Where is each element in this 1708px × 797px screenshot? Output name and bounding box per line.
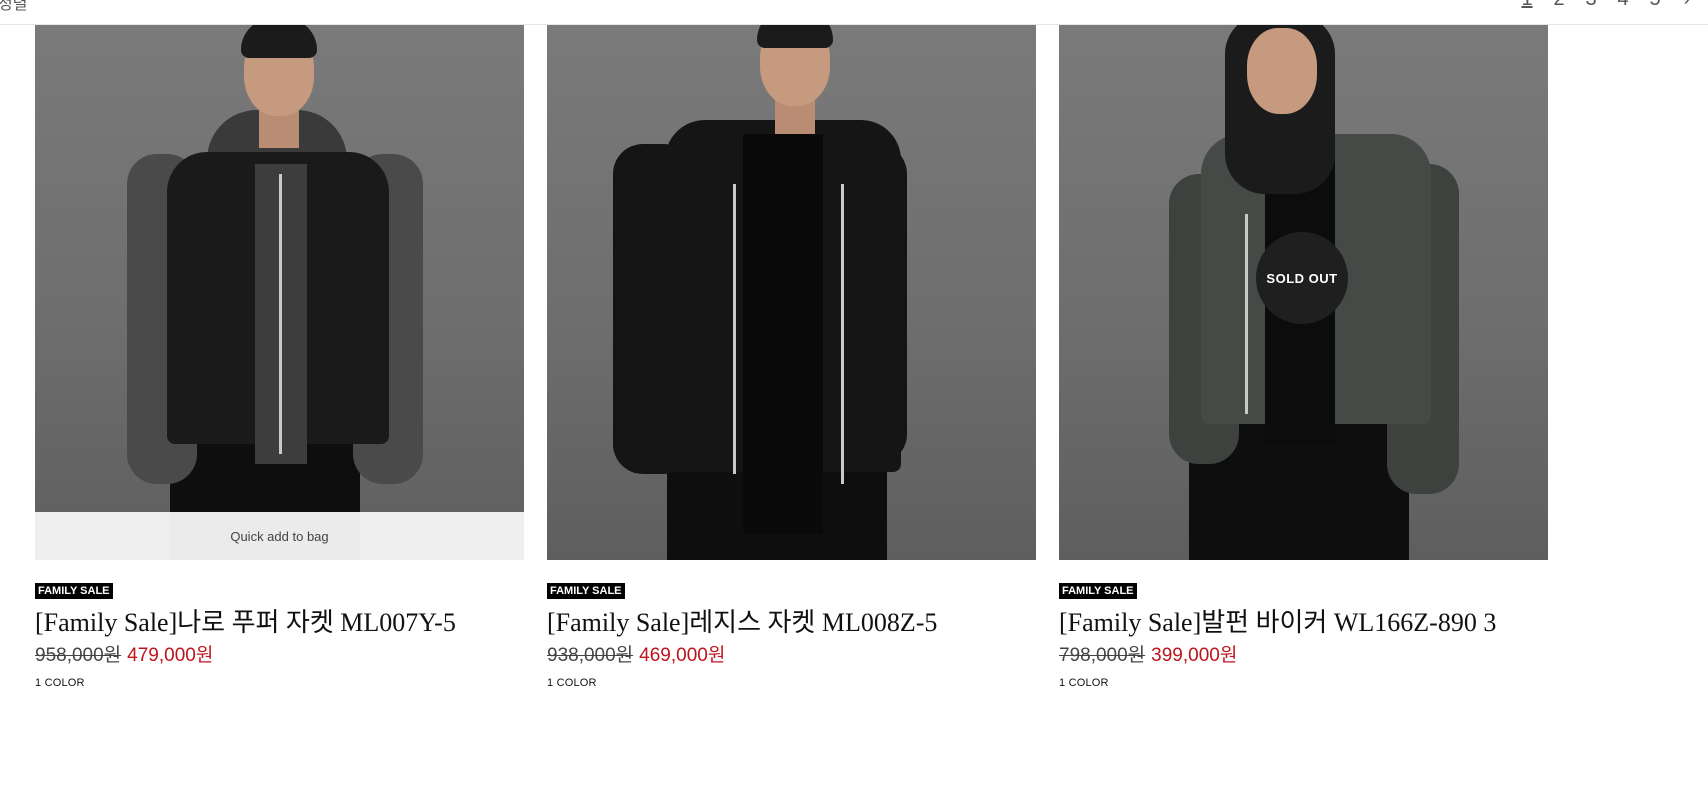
original-price: 958,000원: [35, 645, 122, 666]
product-title[interactable]: [Family Sale]레지스 자켓 ML008Z-5: [547, 605, 1036, 641]
model-hair: [757, 24, 833, 48]
sale-price: 479,000원: [127, 645, 214, 666]
pagination: 1 2 3 4 5 ›: [1520, 0, 1694, 11]
black-shirt: [743, 134, 823, 534]
product-title[interactable]: [Family Sale]발펀 바이커 WL166Z-890 3: [1059, 605, 1529, 641]
color-count: 1 COLOR: [1059, 677, 1109, 689]
model-head: [1247, 28, 1317, 114]
product-card[interactable]: FAMILY SALE [Family Sale]레지스 자켓 ML008Z-5…: [547, 24, 1036, 689]
price-row: 938,000원 469,000원: [547, 643, 1036, 669]
sold-out-badge: SOLD OUT: [1256, 232, 1348, 324]
color-count: 1 COLOR: [35, 677, 85, 689]
sale-price: 469,000원: [639, 645, 726, 666]
zipper-detail: [841, 184, 844, 484]
family-sale-badge: FAMILY SALE: [35, 583, 113, 599]
zipper-detail: [279, 174, 282, 454]
page-1-link[interactable]: 1: [1520, 0, 1534, 11]
original-price: 798,000원: [1059, 645, 1146, 666]
product-title[interactable]: [Family Sale]나로 푸퍼 자켓 ML007Y-5: [35, 605, 524, 641]
quick-add-button[interactable]: Quick add to bag: [35, 512, 524, 560]
page-3-link[interactable]: 3: [1584, 0, 1598, 11]
model-hair: [241, 24, 317, 58]
product-image[interactable]: Quick add to bag: [35, 24, 524, 560]
original-price: 938,000원: [547, 645, 634, 666]
family-sale-badge: FAMILY SALE: [547, 583, 625, 599]
product-card[interactable]: SOLD OUT FAMILY SALE [Family Sale]발펀 바이커…: [1059, 24, 1548, 689]
product-image[interactable]: [547, 24, 1036, 560]
price-row: 798,000원 399,000원: [1059, 643, 1548, 669]
product-image[interactable]: SOLD OUT: [1059, 24, 1548, 560]
product-card[interactable]: Quick add to bag FAMILY SALE [Family Sal…: [35, 24, 524, 689]
zipper-detail: [733, 184, 736, 474]
top-toolbar: 정렬 1 2 3 4 5 ›: [0, 0, 1708, 25]
next-page-arrow-icon[interactable]: ›: [1680, 0, 1694, 11]
sale-price: 399,000원: [1151, 645, 1238, 666]
price-row: 958,000원 479,000원: [35, 643, 524, 669]
zipper-detail: [1245, 214, 1248, 414]
page-4-link[interactable]: 4: [1616, 0, 1630, 11]
sort-dropdown[interactable]: 정렬: [0, 0, 27, 14]
color-count: 1 COLOR: [547, 677, 597, 689]
page-2-link[interactable]: 2: [1552, 0, 1566, 11]
page-5-link[interactable]: 5: [1648, 0, 1662, 11]
family-sale-badge: FAMILY SALE: [1059, 583, 1137, 599]
